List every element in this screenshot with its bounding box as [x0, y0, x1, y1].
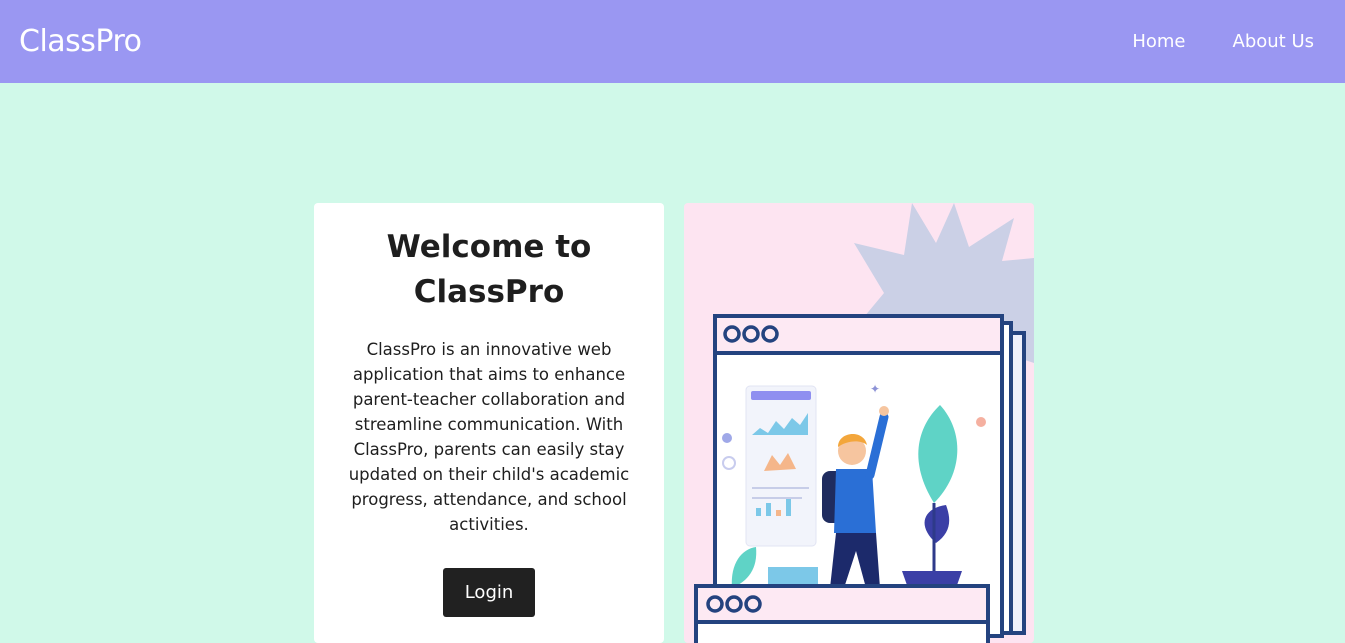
- nav-links: Home About Us: [1132, 31, 1314, 52]
- student-dashboard-illustration: ✦: [694, 203, 1034, 643]
- nav-about-link[interactable]: About Us: [1233, 31, 1315, 52]
- student-hand: [879, 406, 889, 416]
- welcome-card: Welcome to ClassPro ClassPro is an innov…: [314, 203, 664, 643]
- navbar: ClassPro Home About Us: [0, 0, 1345, 83]
- decor-circle: [722, 433, 732, 443]
- dashboard-bar: [756, 508, 761, 516]
- welcome-description: ClassPro is an innovative web applicatio…: [348, 340, 630, 534]
- login-button[interactable]: Login: [443, 568, 535, 617]
- dashboard-header-bar: [751, 391, 811, 400]
- welcome-title: Welcome to ClassPro: [386, 229, 592, 310]
- hero-illustration: ✦: [684, 203, 1034, 643]
- brand-logo[interactable]: ClassPro: [19, 24, 142, 59]
- dashboard-bar: [786, 499, 791, 516]
- decor-circle: [976, 417, 986, 427]
- dashboard-bar: [766, 503, 771, 516]
- dashboard-bar: [776, 510, 781, 516]
- nav-home-link[interactable]: Home: [1132, 31, 1185, 52]
- sparkle-icon: ✦: [870, 382, 880, 396]
